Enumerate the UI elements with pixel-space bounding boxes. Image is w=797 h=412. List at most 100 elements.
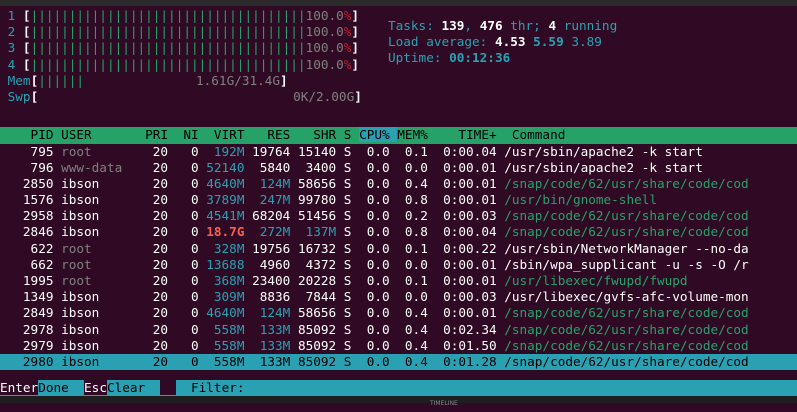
pri-cell: 20 (137, 143, 176, 159)
ni-cell: 0 (175, 337, 207, 353)
mem-cell: 0.0 (397, 256, 436, 272)
shr-cell: 99780 (297, 192, 344, 208)
process-list: 795 root 20 0 192M 19764 15140 S 0.0 0.1… (0, 144, 797, 371)
process-row[interactable]: 2958 ibson 20 0 4541M 68204 51456 S 0.0 … (0, 208, 797, 224)
virt-cell: 3789M (206, 192, 253, 208)
timeline-label[interactable]: TIMELINE (430, 396, 458, 412)
ni-cell: 0 (175, 175, 207, 191)
mem-cell: 0.4 (397, 337, 436, 353)
process-row[interactable]: 795 root 20 0 192M 19764 15140 S 0.0 0.1… (0, 144, 797, 160)
col-s[interactable]: S (344, 127, 359, 142)
mem-label: Mem (7, 72, 31, 88)
col-ni[interactable]: NI (176, 127, 207, 142)
col-user[interactable]: USER (61, 127, 137, 142)
shr-cell: 15140 (297, 143, 344, 159)
swap-label: Swp (7, 88, 31, 104)
pid-cell: 2980 (0, 353, 62, 369)
time-cell: 0:01.50 (435, 337, 505, 353)
cpu-cell: 0.0 (359, 208, 398, 224)
process-row[interactable]: 2850 ibson 20 0 4640M 124M 58656 S 0.0 0… (0, 176, 797, 192)
user-cell: ibson (61, 224, 138, 240)
col-pid[interactable]: PID (0, 127, 61, 142)
pri-cell: 20 (137, 289, 176, 305)
col-res[interactable]: RES (252, 127, 298, 142)
pri-cell: 20 (137, 305, 176, 321)
process-row[interactable]: 2978 ibson 20 0 558M 133M 85092 S 0.0 0.… (0, 322, 797, 338)
pid-cell: 2958 (0, 208, 62, 224)
load-15: 3.89 (571, 34, 602, 50)
state-cell: S (343, 240, 360, 256)
command-cell: /usr/bin/gnome-shell (504, 192, 658, 208)
command-cell: /snap/code/62/usr/share/code/cod (504, 337, 749, 353)
pid-cell: 622 (0, 240, 62, 256)
pid-cell: 2979 (0, 337, 62, 353)
time-cell: 0:01.28 (435, 353, 505, 369)
ni-cell: 0 (175, 289, 207, 305)
threads-count: 476 (479, 18, 503, 33)
command-cell: /snap/code/62/usr/share/code/cod (504, 353, 749, 369)
cpu-percent: 100.0% (305, 8, 352, 23)
cpu-bar: |||||||||||||||||||||||||||||||||||| (30, 40, 306, 56)
filter-bar: EnterDone EscClear Filter: (0, 380, 797, 396)
command-cell: /usr/libexec/gvfs-afc-volume-mon (504, 289, 749, 305)
virt-cell: 4640M (206, 175, 253, 191)
user-cell: ibson (61, 289, 138, 305)
user-cell: ibson (61, 337, 138, 353)
mem-cell: 0.4 (397, 353, 436, 369)
ni-cell: 0 (175, 273, 207, 288)
window-top-edge (0, 0, 797, 6)
process-row[interactable]: 662 root 20 0 13688 4960 4372 S 0.0 0.0 … (0, 257, 797, 273)
col-cpu[interactable]: CPU% (359, 127, 398, 143)
pid-cell: 1576 (0, 192, 62, 208)
res-cell: 133M (252, 321, 298, 337)
virt-cell: 4541M (206, 208, 253, 224)
process-row[interactable]: 796 www-data 20 0 52140 5840 3400 S 0.0 … (0, 160, 797, 176)
enter-key[interactable]: Enter (0, 380, 39, 395)
process-row[interactable]: 622 root 20 0 328M 19756 16732 S 0.0 0.1… (0, 241, 797, 257)
shr-cell: 20228 (297, 273, 344, 288)
process-row[interactable]: 1995 root 20 0 368M 23400 20228 S 0.0 0.… (0, 273, 797, 289)
command-cell: /usr/sbin/NetworkManager --no-da (504, 240, 749, 256)
process-row[interactable]: 2980 ibson 20 0 558M 133M 85092 S 0.0 0.… (0, 353, 797, 371)
ni-cell: 0 (175, 208, 207, 224)
res-cell: 4960 (252, 256, 298, 272)
user-cell: ibson (61, 208, 138, 224)
pri-cell: 20 (137, 208, 176, 224)
esc-key[interactable]: Esc (84, 380, 107, 395)
mem-cell: 0.4 (397, 305, 436, 321)
col-pri[interactable]: PRI (138, 127, 176, 142)
res-cell: 5840 (252, 159, 298, 175)
process-table-header[interactable]: PID USER PRI NI VIRT RES SHR S CPU% MEM%… (0, 127, 797, 144)
state-cell: S (343, 256, 360, 272)
res-cell: 133M (252, 337, 298, 353)
mem-value: 1.61G/31.4G (196, 72, 281, 88)
col-virt[interactable]: VIRT (206, 127, 252, 142)
esc-label[interactable]: Clear (107, 380, 160, 395)
filter-input[interactable] (252, 380, 779, 395)
col-time[interactable]: TIME+ (435, 127, 504, 142)
process-row[interactable]: 1576 ibson 20 0 3789M 247M 99780 S 0.0 0… (0, 192, 797, 208)
pid-cell: 2846 (0, 224, 62, 240)
process-row[interactable]: 2849 ibson 20 0 4640M 124M 58656 S 0.0 0… (0, 305, 797, 321)
process-row[interactable]: 2846 ibson 20 0 18.7G 272M 137M S 0.0 0.… (0, 224, 797, 240)
cpu-number: 4 (7, 56, 16, 72)
state-cell: S (343, 159, 360, 175)
process-row[interactable]: 2979 ibson 20 0 558M 133M 85092 S 0.0 0.… (0, 338, 797, 354)
col-command[interactable]: Command (504, 127, 718, 142)
process-row[interactable]: 1349 ibson 20 0 309M 8836 7844 S 0.0 0.0… (0, 289, 797, 305)
command-cell: /usr/sbin/apache2 -k start (504, 159, 703, 175)
state-cell: S (343, 321, 360, 337)
col-mem[interactable]: MEM% (397, 127, 435, 142)
time-cell: 0:00.01 (435, 256, 505, 272)
enter-label[interactable]: Done (38, 380, 84, 395)
ni-cell: 0 (175, 305, 207, 321)
shr-cell: 137M (297, 224, 344, 240)
running-count: 4 (548, 18, 557, 33)
pri-cell: 20 (137, 256, 176, 272)
virt-cell: 4640M (206, 305, 253, 321)
command-cell: /snap/code/62/usr/share/code/cod (504, 305, 749, 321)
state-cell: S (343, 305, 360, 321)
state-cell: S (343, 289, 360, 305)
col-shr[interactable]: SHR (298, 127, 344, 142)
load-label: Load average: (388, 34, 495, 50)
